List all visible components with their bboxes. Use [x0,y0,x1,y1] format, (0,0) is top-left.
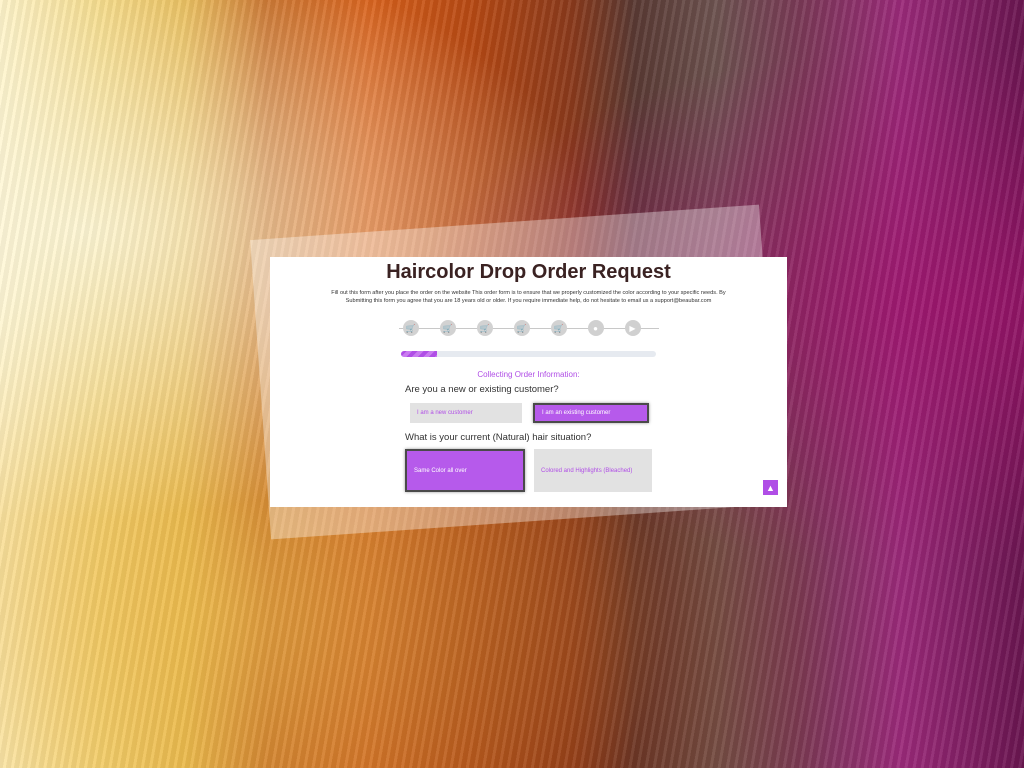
step-6-info-icon[interactable]: ● [587,320,604,336]
order-form-card: Haircolor Drop Order Request Fill out th… [270,257,787,507]
option-new-customer[interactable]: I am a new customer [410,403,522,423]
page-title: Haircolor Drop Order Request [386,261,671,283]
step-5-cart-icon[interactable]: 🛒 [550,320,567,336]
hair-situation-options: Same Color all over Colored and Highligh… [290,449,767,497]
intro-text: Fill out this form after you place the o… [331,290,726,304]
progress-bar [401,351,656,357]
chevrons-up-icon: ▲ [766,482,775,493]
status-text: Collecting Order Information: [477,370,580,379]
option-same-color[interactable]: Same Color all over [405,449,525,492]
customer-type-options: I am a new customer I am an existing cus… [290,403,767,427]
question-hair-situation: What is your current (Natural) hair situ… [405,432,592,443]
option-colored-highlights[interactable]: Colored and Highlights (Bleached) [534,449,652,492]
step-3-cart-icon[interactable]: 🛒 [476,320,493,336]
step-4-cart-icon[interactable]: 🛒 [513,320,530,336]
step-7-play-icon[interactable]: ▶ [624,320,641,336]
step-1-cart-icon[interactable]: 🛒 [402,320,419,336]
step-2-cart-icon[interactable]: 🛒 [439,320,456,336]
progress-fill [401,351,437,357]
step-indicator: 🛒 🛒 🛒 🛒 🛒 ● ▶ [398,319,659,339]
question-customer-type: Are you a new or existing customer? [405,384,559,395]
option-existing-customer[interactable]: I am an existing customer [533,403,649,423]
scroll-top-button[interactable]: ▲ [763,480,778,495]
